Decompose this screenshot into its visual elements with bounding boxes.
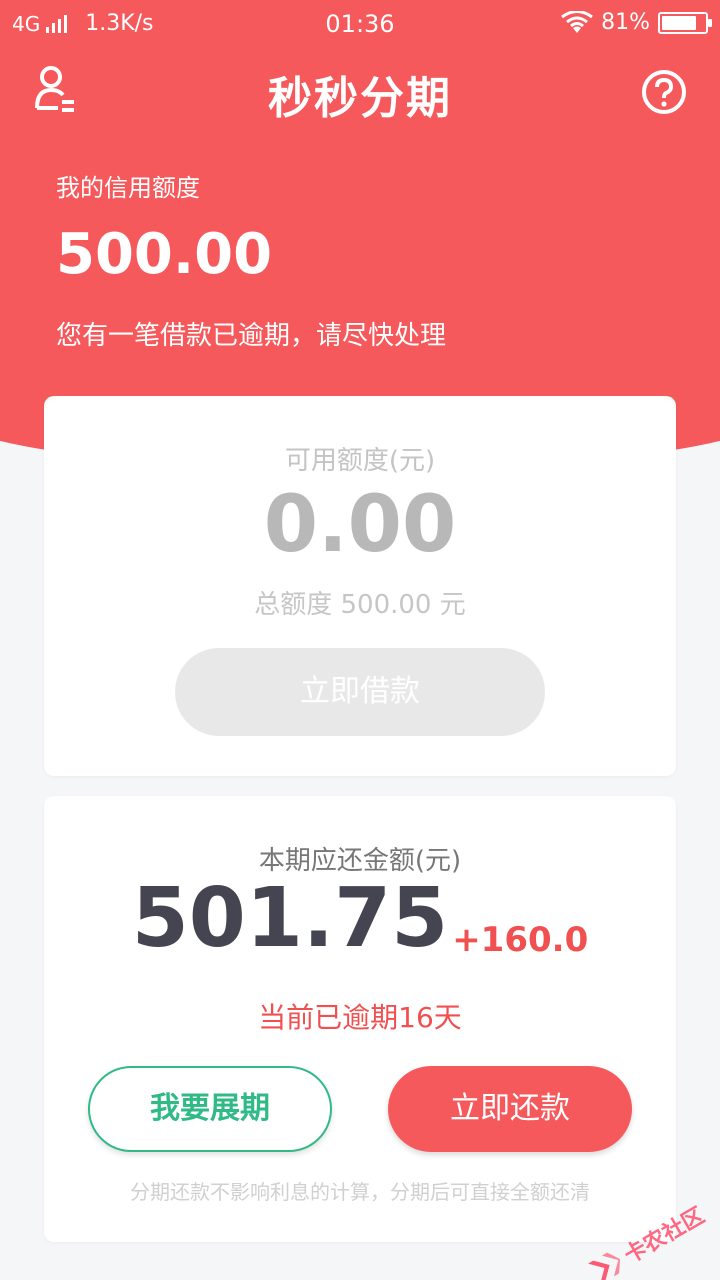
amount-due-value: 501.75 [131, 871, 449, 966]
overdue-days-text: 当前已逾期16天 [258, 1001, 462, 1034]
available-credit-value: 0.00 [263, 480, 457, 570]
credit-limit-value: 500.00 [56, 222, 273, 287]
help-circle-icon[interactable] [640, 68, 688, 116]
overdue-notice: 您有一笔借款已逾期，请尽快处理 [56, 321, 447, 351]
repay-now-button[interactable]: 立即还款 [388, 1066, 632, 1152]
app-screen: 4G 1.3K/s 01:36 81% 秒秒分期 我的信用额度 500.00 您… [0, 0, 720, 1280]
status-right: 81% [561, 10, 712, 35]
available-credit-label: 可用额度(元) [284, 446, 436, 476]
battery-icon [658, 11, 712, 34]
extend-loan-button[interactable]: 我要展期 [88, 1066, 332, 1152]
credit-limit-label: 我的信用额度 [56, 174, 200, 202]
status-bar: 4G 1.3K/s 01:36 81% [0, 0, 720, 50]
wifi-icon [561, 10, 593, 33]
total-credit-text: 总额度 500.00 元 [254, 590, 466, 620]
amount-due-row: 501.75 +160.0 [44, 871, 676, 966]
overdue-fee-value: +160.0 [452, 920, 589, 960]
borrow-now-button[interactable]: 立即借款 [175, 648, 545, 736]
installment-footnote: 分期还款不影响利息的计算，分期后可直接全额还清 [130, 1180, 590, 1204]
available-credit-card: 可用额度(元) 0.00 总额度 500.00 元 立即借款 [44, 396, 676, 776]
battery-percent: 81% [601, 10, 650, 35]
battery-fill [662, 15, 697, 30]
app-title: 秒秒分期 [268, 73, 452, 124]
nav-bar: 秒秒分期 [0, 58, 720, 124]
repayment-card: 本期应还金额(元) 501.75 +160.0 当前已逾期16天 我要展期 立即… [44, 796, 676, 1242]
